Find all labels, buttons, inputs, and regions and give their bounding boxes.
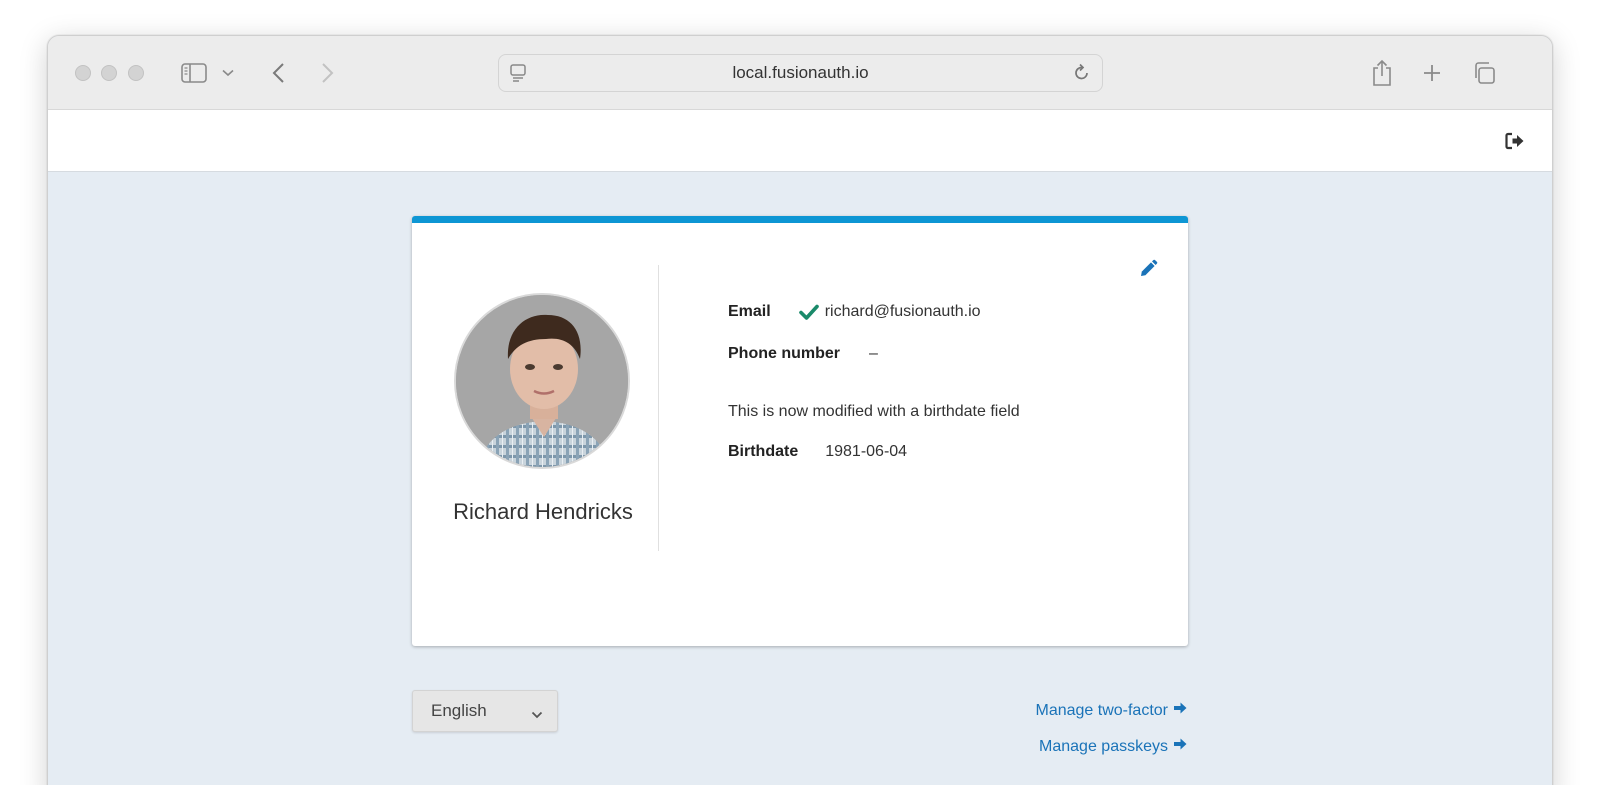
email-label: Email (728, 303, 771, 320)
chevron-down-icon[interactable] (220, 58, 236, 88)
minimize-window-button[interactable] (101, 65, 117, 81)
birthdate-value: 1981-06-04 (825, 443, 908, 460)
phone-row: Phone number – (728, 345, 878, 363)
phone-value: – (869, 345, 878, 362)
zoom-window-button[interactable] (128, 65, 144, 81)
share-icon[interactable] (1368, 58, 1396, 88)
manage-passkeys-link[interactable]: Manage passkeys (1039, 737, 1187, 756)
email-value: richard@fusionauth.io (824, 303, 981, 320)
profile-name: Richard Hendricks (453, 499, 633, 524)
browser-toolbar: local.fusionauth.io (48, 36, 1552, 110)
page-content: Richard Hendricks Email richard@fusionau… (48, 172, 1552, 785)
edit-pencil-icon[interactable] (1138, 259, 1158, 279)
app-header (48, 110, 1552, 172)
note-text: This is now modified with a birthdate fi… (728, 403, 1020, 421)
site-settings-icon[interactable] (509, 63, 527, 88)
address-bar-url: local.fusionauth.io (732, 63, 869, 82)
manage-passkeys-label: Manage passkeys (1039, 737, 1168, 755)
new-tab-icon[interactable] (1418, 58, 1446, 88)
birthdate-label: Birthdate (728, 443, 799, 460)
tab-overview-icon[interactable] (1470, 58, 1498, 88)
arrow-right-icon (1173, 737, 1187, 756)
phone-label: Phone number (728, 345, 841, 362)
chevron-down-icon (531, 705, 543, 725)
close-window-button[interactable] (75, 65, 91, 81)
verified-check-icon (798, 304, 819, 320)
language-select[interactable]: English (412, 690, 558, 732)
profile-card: Richard Hendricks Email richard@fusionau… (412, 216, 1188, 646)
sidebar-icon[interactable] (180, 58, 208, 88)
arrow-right-icon (1173, 701, 1187, 720)
note-value: This is now modified with a birthdate fi… (728, 403, 1020, 420)
profile-photo (456, 295, 628, 467)
browser-window: local.fusionauth.io Richard Hendricks Em… (47, 35, 1553, 785)
email-row: Email richard@fusionauth.io (728, 303, 981, 321)
manage-two-factor-link[interactable]: Manage two-factor (1035, 701, 1187, 720)
avatar (454, 293, 630, 469)
back-icon[interactable] (264, 58, 292, 88)
forward-icon[interactable] (314, 58, 342, 88)
logout-icon[interactable] (1504, 131, 1526, 151)
birthdate-row: Birthdate 1981-06-04 (728, 443, 907, 461)
reload-icon[interactable] (1072, 63, 1092, 88)
language-selected: English (431, 701, 487, 720)
divider (658, 265, 659, 551)
manage-two-factor-label: Manage two-factor (1035, 701, 1168, 719)
address-bar[interactable]: local.fusionauth.io (498, 54, 1103, 92)
